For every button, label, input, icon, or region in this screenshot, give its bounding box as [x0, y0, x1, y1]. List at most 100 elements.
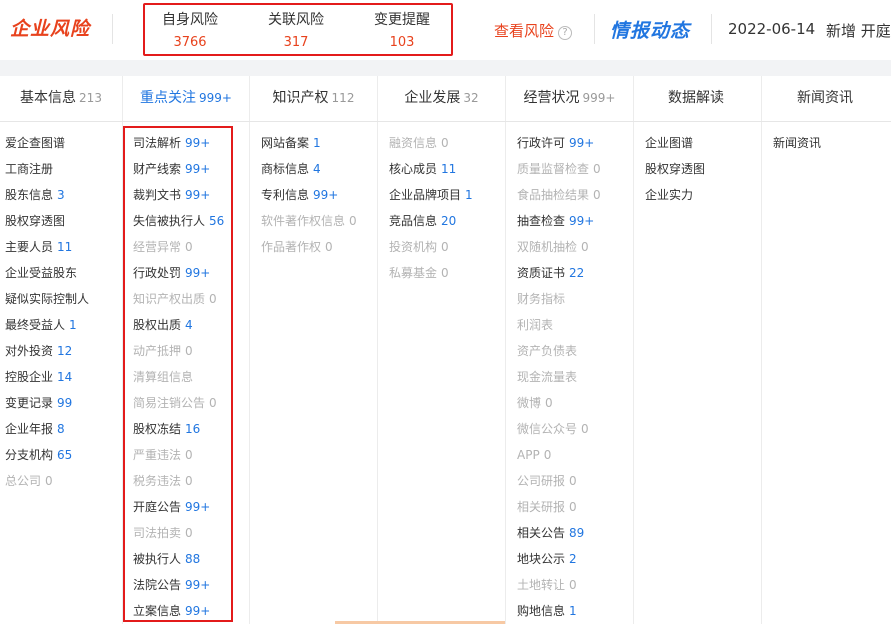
list-item[interactable]: 商标信息 4	[261, 156, 377, 182]
list-item[interactable]: 微博 0	[517, 390, 633, 416]
list-item[interactable]: 爱企查图谱	[5, 130, 122, 156]
section-gap	[0, 60, 891, 76]
list-item[interactable]: 专利信息 99+	[261, 182, 377, 208]
list-item[interactable]: 企业受益股东	[5, 260, 122, 286]
list-item[interactable]: 行政许可 99+	[517, 130, 633, 156]
item-label: 购地信息	[517, 604, 566, 618]
list-item[interactable]: 股权出质 4	[133, 312, 249, 338]
item-count: 11	[441, 162, 457, 176]
news-date: 2022-06-14	[728, 20, 816, 38]
list-item[interactable]: 资质证书 22	[517, 260, 633, 286]
list-item[interactable]: 资产负债表	[517, 338, 633, 364]
tab-enterprise-development[interactable]: 企业发展 32	[378, 76, 506, 121]
list-item[interactable]: 现金流量表	[517, 364, 633, 390]
list-item[interactable]: 利润表	[517, 312, 633, 338]
item-count: 0	[569, 474, 577, 488]
list-item[interactable]: 企业年报 8	[5, 416, 122, 442]
list-item[interactable]: 新闻资讯	[773, 130, 891, 156]
tab-basic-info[interactable]: 基本信息 213	[0, 76, 123, 121]
list-item[interactable]: 企业品牌项目 1	[389, 182, 505, 208]
list-item[interactable]: 变更记录 99	[5, 390, 122, 416]
intelligence-news-title[interactable]: 情报动态	[610, 16, 690, 43]
list-item[interactable]: 竞品信息 20	[389, 208, 505, 234]
item-count: 2	[569, 552, 577, 566]
list-item[interactable]: 软件著作权信息 0	[261, 208, 377, 234]
list-item[interactable]: 立案信息 99+	[133, 598, 249, 624]
tab-label: 基本信息	[20, 90, 77, 106]
list-item[interactable]: 财务指标	[517, 286, 633, 312]
list-item[interactable]: 融资信息 0	[389, 130, 505, 156]
view-risk-link[interactable]: 查看风险?	[494, 20, 573, 41]
tab-label: 经营状况	[523, 90, 580, 106]
list-item[interactable]: 股权穿透图	[5, 208, 122, 234]
item-label: 行政许可	[517, 136, 566, 150]
list-item[interactable]: 税务违法 0	[133, 468, 249, 494]
list-item[interactable]: 严重违法 0	[133, 442, 249, 468]
list-item[interactable]: 企业图谱	[645, 130, 761, 156]
list-item[interactable]: 相关公告 89	[517, 520, 633, 546]
list-item[interactable]: 微信公众号 0	[517, 416, 633, 442]
list-item[interactable]: 私募基金 0	[389, 260, 505, 286]
tab-key-focus[interactable]: 重点关注 999+	[123, 76, 250, 121]
list-item[interactable]: 土地转让 0	[517, 572, 633, 598]
list-item[interactable]: 总公司 0	[5, 468, 122, 494]
tab-news[interactable]: 新闻资讯	[762, 76, 891, 121]
divider	[112, 14, 113, 44]
list-item[interactable]: 公司研报 0	[517, 468, 633, 494]
list-item[interactable]: 股东信息 3	[5, 182, 122, 208]
list-item[interactable]: 投资机构 0	[389, 234, 505, 260]
list-item[interactable]: 主要人员 11	[5, 234, 122, 260]
item-count: 0	[581, 240, 589, 254]
list-item[interactable]: 司法拍卖 0	[133, 520, 249, 546]
tab-intellectual-property[interactable]: 知识产权 112	[250, 76, 378, 121]
list-item[interactable]: APP 0	[517, 442, 633, 468]
list-item[interactable]: 购地信息 1	[517, 598, 633, 624]
list-item[interactable]: 控股企业 14	[5, 364, 122, 390]
item-label: 税务违法	[133, 474, 182, 488]
item-label: 动产抵押	[133, 344, 182, 358]
list-item[interactable]: 分支机构 65	[5, 442, 122, 468]
tab-data-interpretation[interactable]: 数据解读	[634, 76, 762, 121]
item-count: 1	[313, 136, 321, 150]
related-risk[interactable]: 关联风险 317	[251, 11, 341, 52]
list-item[interactable]: 清算组信息	[133, 364, 249, 390]
list-item[interactable]: 简易注销公告 0	[133, 390, 249, 416]
list-item[interactable]: 行政处罚 99+	[133, 260, 249, 286]
list-item[interactable]: 经营异常 0	[133, 234, 249, 260]
item-label: 严重违法	[133, 448, 182, 462]
list-item[interactable]: 网站备案 1	[261, 130, 377, 156]
help-icon[interactable]: ?	[558, 26, 573, 40]
list-item[interactable]: 核心成员 11	[389, 156, 505, 182]
list-item[interactable]: 知识产权出质 0	[133, 286, 249, 312]
self-risk[interactable]: 自身风险 3766	[145, 11, 235, 52]
list-item[interactable]: 股权穿透图	[645, 156, 761, 182]
list-item[interactable]: 失信被执行人 56	[133, 208, 249, 234]
list-item[interactable]: 被执行人 88	[133, 546, 249, 572]
news-headline[interactable]: 新增 开庭	[826, 20, 891, 41]
list-item[interactable]: 相关研报 0	[517, 494, 633, 520]
list-item[interactable]: 裁判文书 99+	[133, 182, 249, 208]
list-item[interactable]: 地块公示 2	[517, 546, 633, 572]
list-item[interactable]: 开庭公告 99+	[133, 494, 249, 520]
list-item[interactable]: 疑似实际控制人	[5, 286, 122, 312]
list-item[interactable]: 食品抽检结果 0	[517, 182, 633, 208]
list-item[interactable]: 作品著作权 0	[261, 234, 377, 260]
list-item[interactable]: 质量监督检查 0	[517, 156, 633, 182]
list-item[interactable]: 司法解析 99+	[133, 130, 249, 156]
tab-operating-status[interactable]: 经营状况 999+	[506, 76, 634, 121]
item-label: 司法拍卖	[133, 526, 182, 540]
change-alert[interactable]: 变更提醒 103	[357, 11, 447, 52]
enterprise-risk-title[interactable]: 企业风险	[10, 14, 90, 41]
item-count: 1	[569, 604, 577, 618]
list-item[interactable]: 动产抵押 0	[133, 338, 249, 364]
list-item[interactable]: 股权冻结 16	[133, 416, 249, 442]
list-item[interactable]: 对外投资 12	[5, 338, 122, 364]
list-item[interactable]: 抽查检查 99+	[517, 208, 633, 234]
list-item[interactable]: 工商注册	[5, 156, 122, 182]
list-item[interactable]: 财产线索 99+	[133, 156, 249, 182]
list-item[interactable]: 双随机抽检 0	[517, 234, 633, 260]
list-item[interactable]: 法院公告 99+	[133, 572, 249, 598]
list-item[interactable]: 企业实力	[645, 182, 761, 208]
list-item[interactable]: 最终受益人 1	[5, 312, 122, 338]
item-count: 4	[313, 162, 321, 176]
